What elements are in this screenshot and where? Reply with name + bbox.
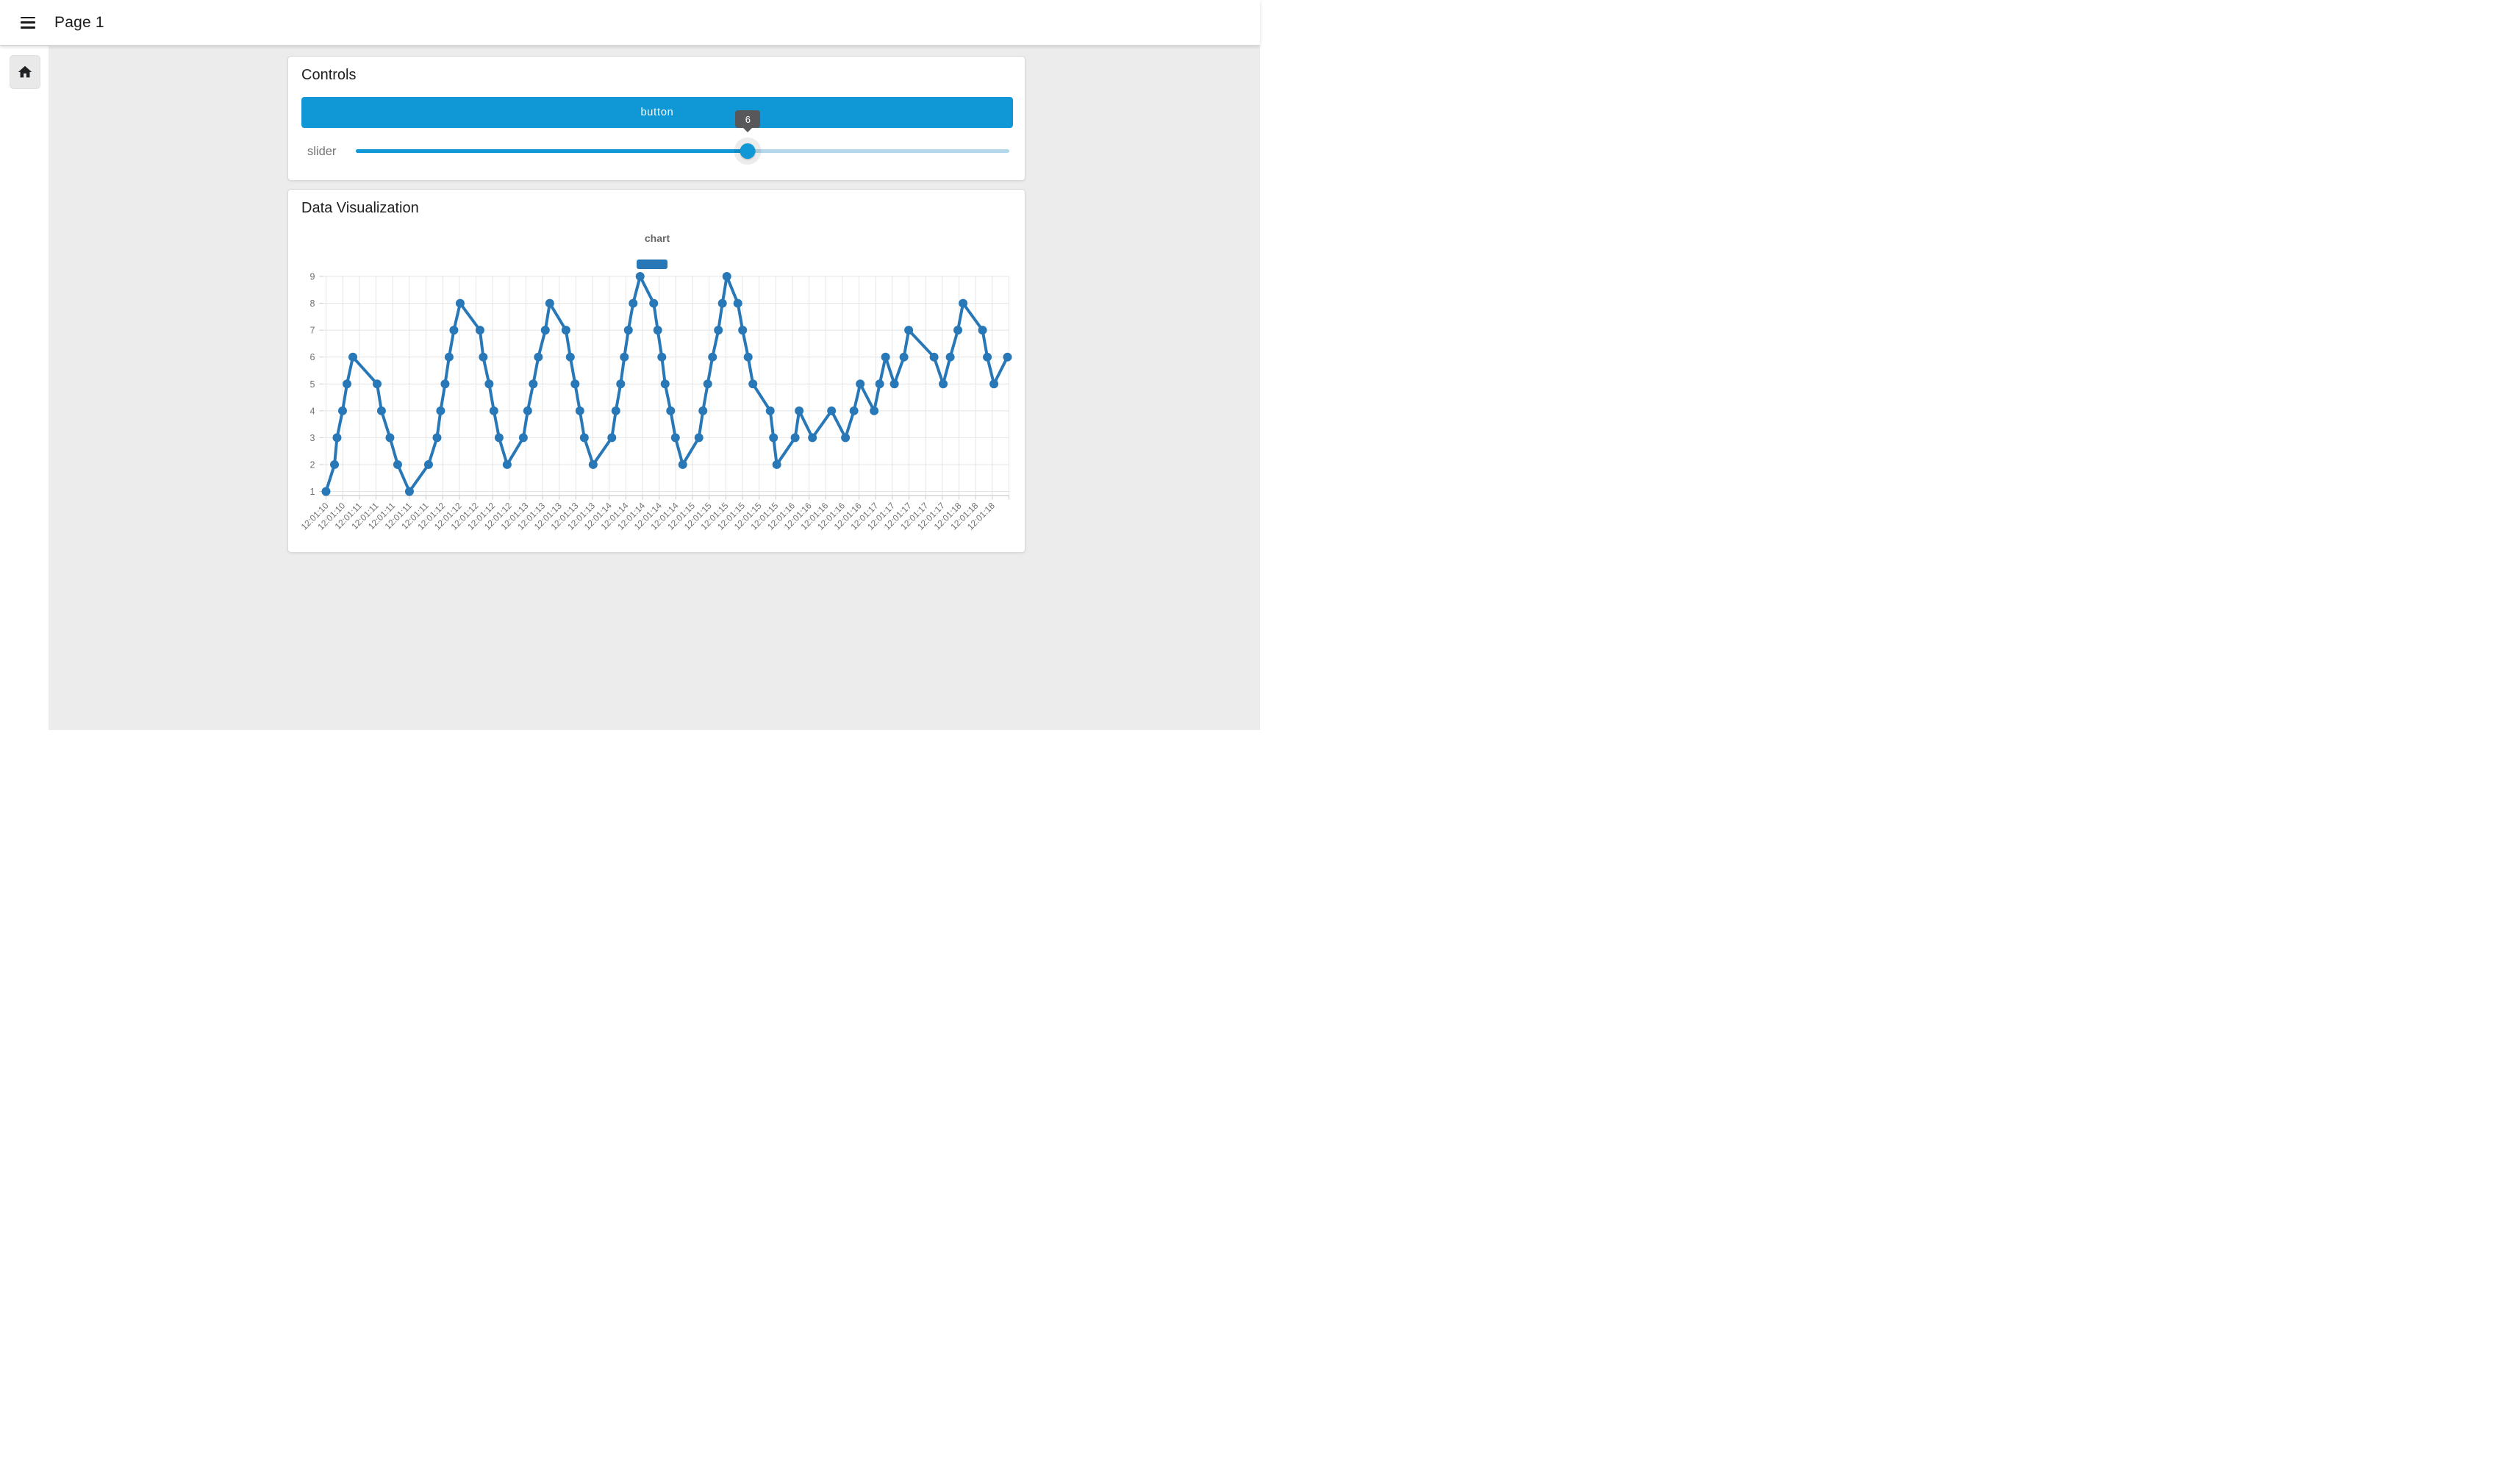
home-button[interactable] <box>10 55 40 89</box>
chart-title: chart <box>288 232 1026 244</box>
slider-track[interactable]: 6 <box>356 149 1009 153</box>
svg-text:3: 3 <box>310 433 315 443</box>
svg-text:1: 1 <box>310 487 315 497</box>
home-icon <box>17 64 33 80</box>
svg-text:9: 9 <box>310 272 315 282</box>
slider-label: slider <box>307 145 336 159</box>
chart-legend-item[interactable] <box>637 260 667 269</box>
slider-fill <box>356 149 748 153</box>
svg-text:7: 7 <box>310 326 315 336</box>
viz-card-title: Data Visualization <box>301 200 419 217</box>
menu-icon[interactable] <box>21 17 35 29</box>
svg-text:5: 5 <box>310 379 315 390</box>
slider-thumb[interactable] <box>740 143 756 159</box>
slider-value-tooltip: 6 <box>735 110 760 128</box>
controls-card: Controls button slider 6 <box>287 56 1025 181</box>
main-content: Controls button slider 6 Data Visualizat… <box>49 46 1260 730</box>
svg-text:2: 2 <box>310 459 315 470</box>
page-title: Page 1 <box>54 14 104 32</box>
top-app-bar: Page 1 <box>0 0 1260 46</box>
line-chart[interactable]: 12345678912:01:1012:01:1012:01:1112:01:1… <box>288 272 1026 554</box>
svg-text:8: 8 <box>310 298 315 309</box>
sidebar <box>0 46 49 730</box>
data-visualization-card: Data Visualization chart 12345678912:01:… <box>287 189 1025 553</box>
slider-row: slider 6 <box>288 139 1026 168</box>
svg-text:4: 4 <box>310 406 315 416</box>
controls-card-title: Controls <box>301 67 356 84</box>
action-button[interactable]: button <box>301 97 1013 128</box>
svg-text:6: 6 <box>310 352 315 362</box>
